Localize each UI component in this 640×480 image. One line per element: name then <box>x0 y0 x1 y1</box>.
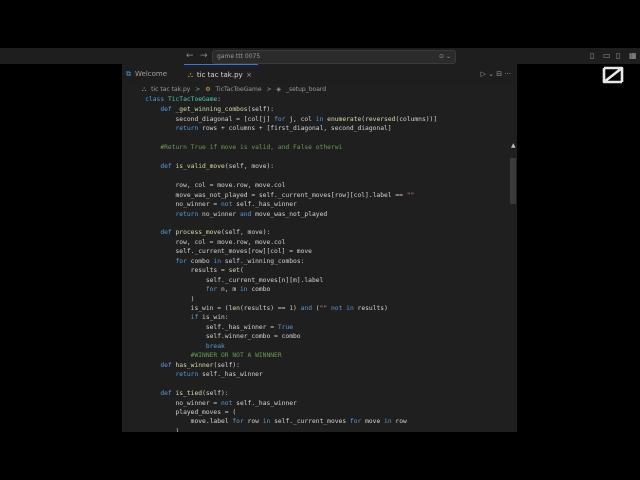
code-line[interactable]: ) <box>130 427 179 432</box>
code-line[interactable]: self._current_moves[n][m].label <box>130 276 324 285</box>
tab-tic-tac-tak[interactable]: ⛬ tic tac tak.py × <box>184 64 258 85</box>
code-line[interactable]: #WINNER OR NOT A WINNNER <box>130 351 282 360</box>
breadcrumb-method[interactable]: _setup_board <box>286 86 326 93</box>
code-line[interactable]: second_diagonal = [col[j] for j, col in … <box>130 115 437 124</box>
code-line[interactable]: def process_move(self, move): <box>130 228 270 237</box>
code-line[interactable]: move.label for row in self._current_move… <box>130 417 407 426</box>
code-line[interactable]: no_winner = not self._has_winner <box>130 399 296 408</box>
back-arrow-icon[interactable]: ← <box>186 48 194 64</box>
code-line[interactable]: def _get_winning_combos(self): <box>130 104 275 114</box>
code-line[interactable]: row, col = move.row, move.col <box>130 238 285 247</box>
code-line[interactable]: def is_valid_move(self, move): <box>130 162 274 171</box>
breadcrumb-file[interactable]: tic tac tak.py <box>151 86 190 93</box>
breadcrumb-separator: > <box>266 86 272 93</box>
search-dropdown-icon[interactable]: ⊙ ⌄ <box>439 51 451 63</box>
code-line[interactable]: return no_winner and move_was_not_played <box>130 210 328 219</box>
breadcrumb-class[interactable]: TicTacToeGame <box>216 86 262 93</box>
code-line[interactable]: played_moves = ( <box>130 408 236 417</box>
layout-sidebar-icon[interactable]: ▯ <box>590 48 594 64</box>
code-line[interactable]: row, col = move.row, move.col <box>130 181 285 190</box>
code-line[interactable]: def has_winner(self): <box>130 361 240 370</box>
tab-welcome[interactable]: ⧉ Welcome <box>126 64 182 84</box>
python-icon: ⛬ <box>142 86 147 93</box>
code-line[interactable]: return self._has_winner <box>130 370 263 379</box>
forward-arrow-icon[interactable]: → <box>200 48 208 64</box>
code-editor[interactable]: class TicTacToeGame: def _get_winning_co… <box>122 95 517 432</box>
breadcrumb: ⛬ tic tac tak.py > ⚙ TicTacToeGame > ◈ _… <box>122 84 517 95</box>
editor-actions[interactable]: ▷ ⌄ ⊟ ··· <box>481 64 511 84</box>
command-center-search[interactable]: game ttt 0075 ⊙ ⌄ <box>212 50 456 64</box>
code-line[interactable]: if is_win: <box>130 313 229 322</box>
code-line[interactable]: is_win = (len(results) == 1) and ("" not… <box>130 304 388 313</box>
vscode-icon: ⧉ <box>126 70 131 78</box>
tab-label: tic tac tak.py <box>196 71 243 79</box>
code-line[interactable]: move_was_not_played = self._current_move… <box>130 191 414 200</box>
code-line[interactable]: self._has_winner = True <box>130 323 293 332</box>
layout-panel-icon[interactable]: ▭ <box>603 48 611 64</box>
screen: ← → game ttt 0075 ⊙ ⌄ ▯ ▭ ▯ ▦ ⧉ Welcome ⛬… <box>0 0 640 480</box>
code-line[interactable]: def is_tied(self): <box>130 389 228 398</box>
code-line[interactable]: break <box>130 342 225 351</box>
editor-scrollbar[interactable] <box>510 158 516 204</box>
code-line[interactable]: #Return True if move is valid, and False… <box>130 143 342 152</box>
capcut-logo-icon <box>602 66 624 84</box>
breadcrumb-separator: > <box>195 86 201 93</box>
tab-bar: ⧉ Welcome ⛬ tic tac tak.py × ▷ ⌄ ⊟ ··· <box>122 64 517 85</box>
code-line[interactable]: for combo in self._winning_combos: <box>130 257 305 266</box>
code-line[interactable]: ) <box>130 295 195 304</box>
layout-secondary-icon[interactable]: ▯ <box>616 48 620 64</box>
search-text: game ttt 0075 <box>217 53 261 60</box>
code-line[interactable]: for n, m in combo <box>130 285 270 294</box>
code-line[interactable]: results = set( <box>130 266 244 275</box>
scroll-up-icon[interactable]: ▲ <box>511 142 516 149</box>
layout-customize-icon[interactable]: ▦ <box>629 48 637 64</box>
python-icon: ⛬ <box>188 71 193 79</box>
class-icon: ⚙ <box>205 86 211 93</box>
code-line[interactable]: self.winner_combo = combo <box>130 332 301 341</box>
method-icon: ◈ <box>276 86 282 93</box>
code-line[interactable]: return rows + columns + [first_diagonal,… <box>130 124 392 133</box>
tab-label: Welcome <box>135 70 168 78</box>
code-line[interactable]: class TicTacToeGame: <box>130 95 222 104</box>
code-line[interactable]: self._current_moves[row][col] = move <box>130 247 312 256</box>
close-icon[interactable]: × <box>246 65 252 85</box>
code-line[interactable]: no_winner = not self._has_winner <box>130 200 296 209</box>
